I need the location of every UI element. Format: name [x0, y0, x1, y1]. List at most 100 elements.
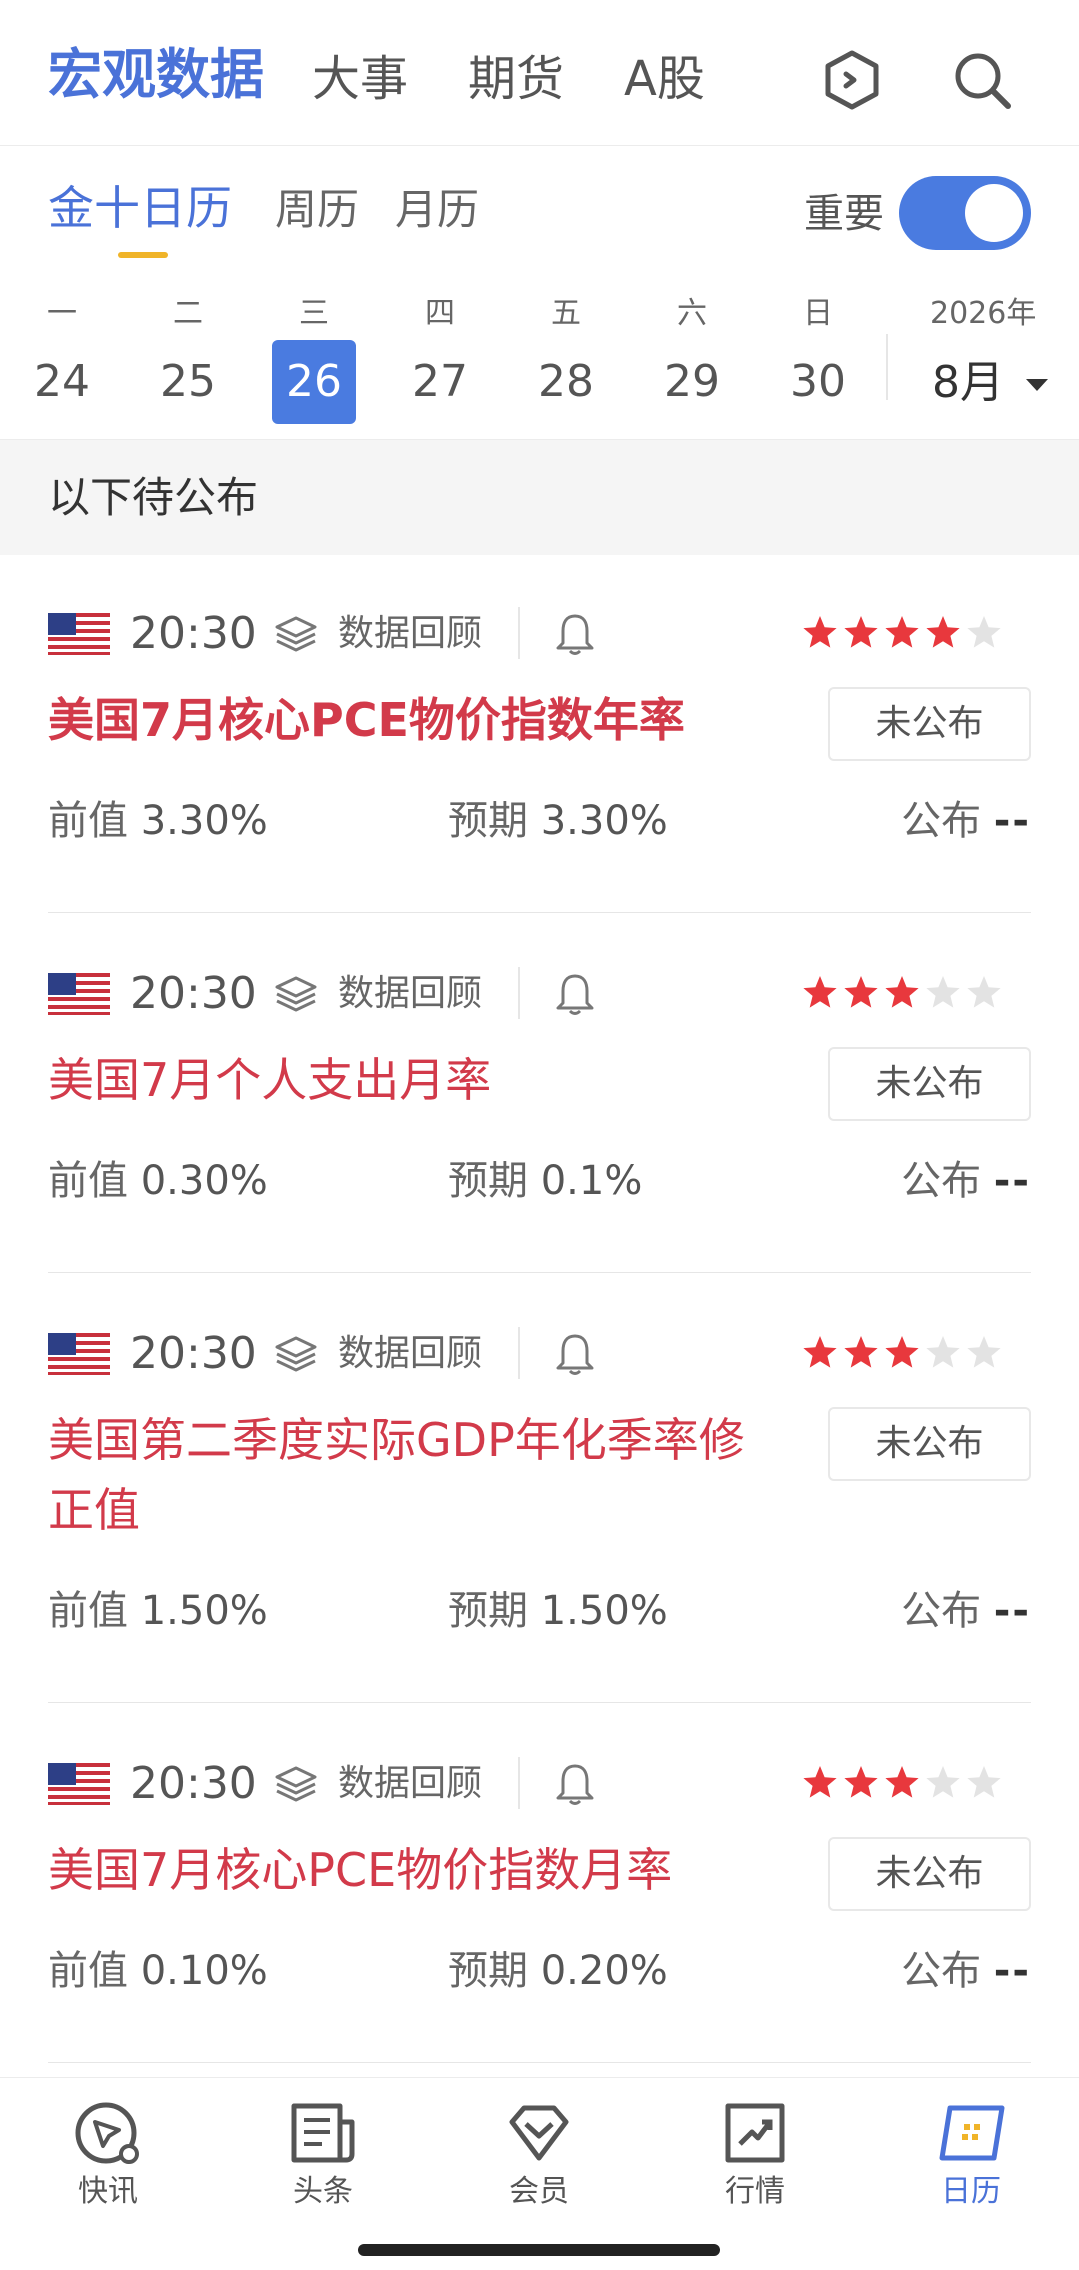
actual-value: 公布 -- — [901, 1588, 1031, 1634]
star-filled-icon — [803, 976, 837, 1008]
star-empty-icon — [967, 1766, 1001, 1798]
tab-events[interactable]: 大事 — [312, 48, 408, 110]
star-empty-icon — [967, 976, 1001, 1008]
star-filled-icon — [844, 1336, 878, 1368]
search-icon[interactable] — [950, 48, 1014, 112]
event-meta-row: 20:30 数据回顾 — [48, 1753, 1031, 1815]
layers-icon — [275, 976, 317, 1012]
month-label: 8月 — [932, 357, 1004, 408]
data-review-link[interactable]: 数据回顾 — [338, 1329, 482, 1379]
tab-a-shares[interactable]: A股 — [624, 48, 705, 110]
event-meta-row: 20:30 数据回顾 — [48, 603, 1031, 665]
tab-membership[interactable]: 会员 — [474, 2100, 604, 2214]
section-title: 以下待公布 — [48, 473, 259, 522]
status-badge: 未公布 — [828, 1407, 1031, 1481]
date-number: 25 — [160, 356, 216, 407]
year-label: 2026年 — [930, 296, 1037, 331]
actual-value: 公布 -- — [901, 1948, 1031, 1994]
us-flag-icon — [48, 1763, 110, 1805]
layers-icon — [275, 1336, 317, 1372]
tab-futures[interactable]: 期货 — [468, 48, 564, 110]
star-empty-icon — [926, 1336, 960, 1368]
day-cell[interactable]: 日 30 — [776, 290, 860, 430]
event-values: 前值 0.30% 预期 0.1% 公布 -- — [48, 1151, 1031, 1211]
calendar-icon — [939, 2105, 1005, 2161]
event-card[interactable]: 20:30 数据回顾 美国7月个人支出月率 未公布 前值 0.30% 预期 0.… — [48, 963, 1031, 1273]
importance-stars — [800, 1763, 1005, 1805]
data-review-link[interactable]: 数据回顾 — [338, 609, 482, 659]
day-cell[interactable]: 五 28 — [524, 290, 608, 430]
calendar-tabs: 金十日历 周历 月历 重要 — [0, 170, 1079, 260]
newspaper-icon — [291, 2103, 355, 2163]
expected-value: 预期 3.30% — [448, 798, 668, 844]
event-values: 前值 1.50% 预期 1.50% 公布 -- — [48, 1581, 1031, 1641]
importance-stars — [800, 1333, 1005, 1375]
tab-headlines[interactable]: 头条 — [258, 2100, 388, 2214]
caret-down-icon — [1026, 379, 1048, 391]
data-review-link[interactable]: 数据回顾 — [338, 969, 482, 1019]
event-title-line: 美国第二季度实际GDP年化季率修 — [48, 1413, 745, 1467]
bell-icon[interactable] — [554, 1331, 596, 1377]
bottom-tab-bar: 快讯 头条 会员 行情 日历 — [0, 2077, 1079, 2270]
star-filled-icon — [885, 1336, 919, 1368]
tab-flash-news[interactable]: 快讯 — [43, 2100, 173, 2214]
previous-value: 前值 3.30% — [48, 798, 268, 844]
star-filled-icon — [803, 616, 837, 648]
event-title[interactable]: 美国7月核心PCE物价指数年率 — [48, 685, 788, 755]
event-card[interactable]: 20:30 数据回顾 美国7月核心PCE物价指数年率 未公布 前值 3.30% … — [48, 603, 1031, 913]
event-title[interactable]: 美国7月核心PCE物价指数月率 — [48, 1835, 788, 1905]
tab-market[interactable]: 行情 — [690, 2100, 820, 2214]
star-filled-icon — [844, 1766, 878, 1798]
tab-weekly-calendar[interactable]: 周历 — [275, 182, 359, 238]
compass-icon — [75, 2102, 139, 2164]
event-meta-row: 20:30 数据回顾 — [48, 1323, 1031, 1385]
status-badge: 未公布 — [828, 1047, 1031, 1121]
date-number: 28 — [538, 356, 594, 407]
day-cell[interactable]: 四 27 — [398, 290, 482, 430]
month-picker[interactable]: 8月 — [932, 346, 1050, 420]
previous-value: 前值 1.50% — [48, 1588, 268, 1634]
hexagon-icon[interactable] — [820, 48, 884, 112]
status-badge: 未公布 — [828, 1837, 1031, 1911]
layers-icon — [275, 1766, 317, 1802]
previous-value: 前值 0.10% — [48, 1948, 268, 1994]
divider — [518, 607, 520, 659]
event-meta-row: 20:30 数据回顾 — [48, 963, 1031, 1025]
chart-icon — [725, 2103, 785, 2163]
event-title[interactable]: 美国第二季度实际GDP年化季率修 正值 — [48, 1405, 788, 1545]
star-filled-icon — [885, 616, 919, 648]
important-toggle[interactable] — [899, 176, 1031, 250]
event-card[interactable]: 20:30 数据回顾 美国7月核心PCE物价指数月率 未公布 前值 0.10% … — [48, 1753, 1031, 2063]
event-time: 20:30 — [130, 968, 257, 1019]
day-cell-selected[interactable]: 三 26 — [272, 290, 356, 430]
layers-icon — [275, 616, 317, 652]
event-title[interactable]: 美国7月个人支出月率 — [48, 1045, 788, 1115]
divider — [886, 334, 888, 400]
star-empty-icon — [967, 1336, 1001, 1368]
bell-icon[interactable] — [554, 971, 596, 1017]
status-badge: 未公布 — [828, 687, 1031, 761]
importance-stars — [800, 973, 1005, 1015]
data-review-link[interactable]: 数据回顾 — [338, 1759, 482, 1809]
expected-value: 预期 0.1% — [448, 1158, 643, 1204]
divider — [518, 1327, 520, 1379]
tab-monthly-calendar[interactable]: 月历 — [395, 182, 479, 238]
day-cell[interactable]: 二 25 — [146, 290, 230, 430]
bell-icon[interactable] — [554, 611, 596, 657]
diamond-icon — [509, 2105, 569, 2161]
event-card[interactable]: 20:30 数据回顾 美国第二季度实际GDP年化季率修 正值 未公布 前值 1.… — [48, 1323, 1031, 1703]
day-cell[interactable]: 六 29 — [650, 290, 734, 430]
calendar-screen: 宏观数据 大事 期货 A股 金十日历 周历 月历 重要 一 24 二 25 三 26 … — [0, 0, 1079, 2270]
bell-icon[interactable] — [554, 1761, 596, 1807]
day-cell[interactable]: 一 24 — [20, 290, 104, 430]
event-time: 20:30 — [130, 1328, 257, 1379]
tab-calendar[interactable]: 日历 — [906, 2100, 1036, 2214]
divider — [518, 967, 520, 1019]
tab-label: 行情 — [725, 2174, 785, 2209]
tab-macro-data[interactable]: 宏观数据 — [48, 44, 264, 106]
us-flag-icon — [48, 1333, 110, 1375]
active-tab-indicator — [118, 252, 168, 258]
date-number: 30 — [790, 356, 846, 407]
star-filled-icon — [885, 1766, 919, 1798]
tab-jin10-calendar[interactable]: 金十日历 — [48, 180, 232, 236]
